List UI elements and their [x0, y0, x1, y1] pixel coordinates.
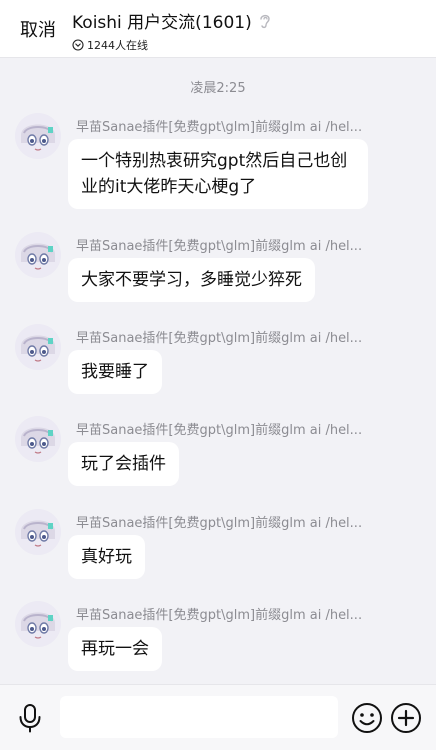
cancel-button[interactable]: 取消: [20, 16, 56, 42]
avatar[interactable]: [15, 324, 61, 370]
title-area[interactable]: Koishi 用户交流(1601) 1244人在线: [72, 8, 272, 53]
plus-icon[interactable]: [390, 702, 422, 734]
sender-name: 早苗Sanae插件[免费gpt\glm]前缀glm ai /hel...: [76, 516, 363, 531]
online-status[interactable]: 1244人在线: [72, 37, 272, 53]
avatar[interactable]: [15, 232, 61, 278]
sender-name: 早苗Sanae插件[免费gpt\glm]前缀glm ai /hel...: [76, 331, 363, 346]
sender-name: 早苗Sanae插件[免费gpt\glm]前缀glm ai /hel...: [76, 608, 363, 623]
sender-name: 早苗Sanae插件[免费gpt\glm]前缀glm ai /hel...: [76, 239, 363, 254]
avatar[interactable]: [15, 113, 61, 159]
avatar[interactable]: [15, 509, 61, 555]
time-separator: 凌晨2:25: [190, 81, 246, 96]
message-list[interactable]: 凌晨2:25 早苗Sanae插件[免费gpt\glm]前缀glm ai /hel…: [0, 58, 436, 684]
ear-icon: [260, 14, 270, 28]
chat-header: 取消 Koishi 用户交流(1601) 1244人在线: [0, 0, 436, 58]
group-title: Koishi 用户交流(1601): [72, 13, 252, 33]
sender-name: 早苗Sanae插件[免费gpt\glm]前缀glm ai /hel...: [76, 423, 363, 438]
microphone-icon[interactable]: [17, 703, 43, 733]
online-count: 1244人在线: [87, 39, 148, 52]
message-bubble[interactable]: 玩了会插件: [68, 442, 179, 486]
message-bubble[interactable]: 大家不要学习，多睡觉少猝死: [68, 258, 315, 302]
message-bubble[interactable]: 一个特别热衷研究gpt然后自己也创业的it大佬昨天心梗g了: [68, 139, 368, 209]
chevron-down-circle-icon: [72, 39, 84, 51]
avatar[interactable]: [15, 601, 61, 647]
emoji-icon[interactable]: [351, 702, 383, 734]
chat-app: 取消 Koishi 用户交流(1601) 1244人在线 凌晨2:25 早苗Sa…: [0, 0, 436, 750]
avatar[interactable]: [15, 416, 61, 462]
message-input[interactable]: [60, 696, 338, 738]
title-row: Koishi 用户交流(1601): [72, 8, 272, 33]
sender-name: 早苗Sanae插件[免费gpt\glm]前缀glm ai /hel...: [76, 120, 363, 135]
message-bubble[interactable]: 我要睡了: [68, 350, 162, 394]
message-bubble[interactable]: 再玩一会: [68, 627, 162, 671]
message-bubble[interactable]: 真好玩: [68, 535, 145, 579]
input-bar: [0, 684, 436, 750]
